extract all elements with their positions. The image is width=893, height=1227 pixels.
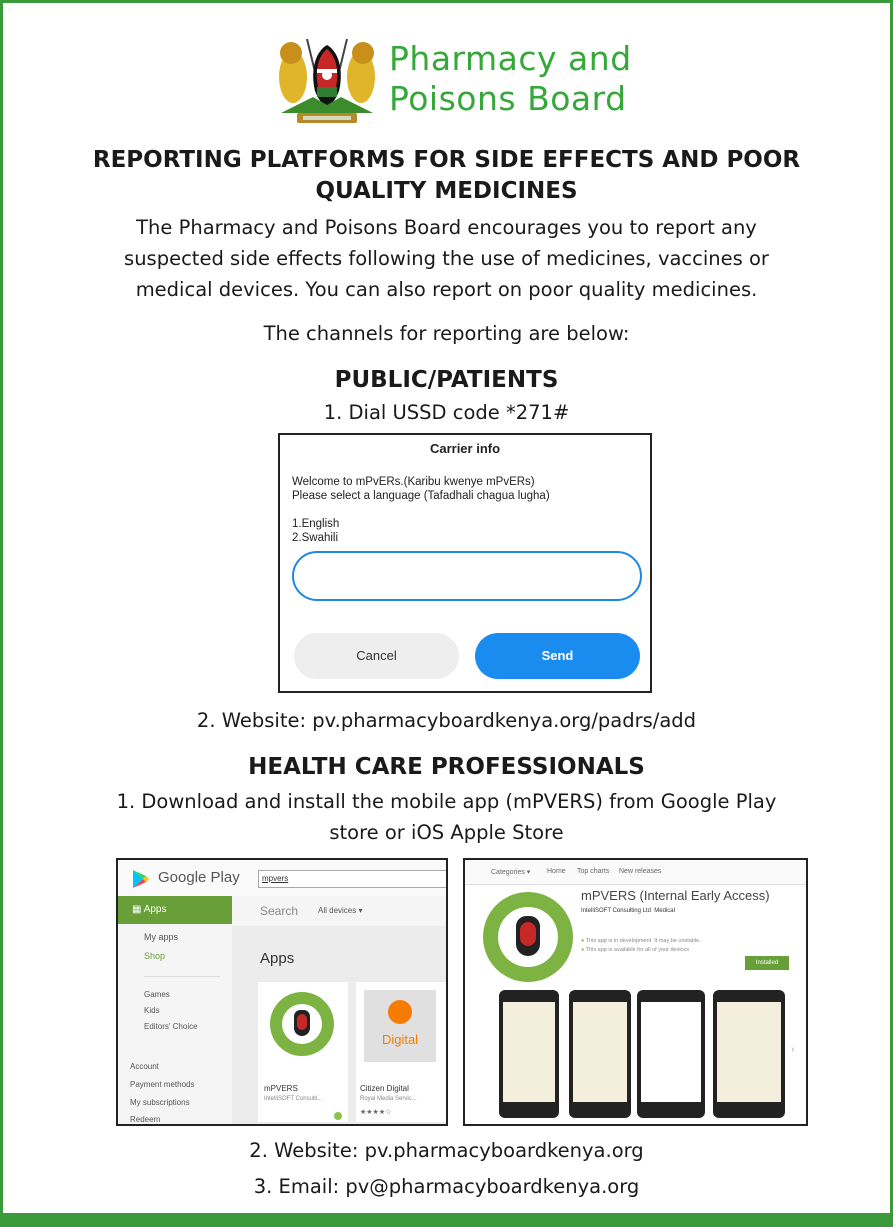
professionals-heading: HEALTH CARE PROFESSIONALS <box>248 754 645 780</box>
app-store-screenshot: Categories ▾ Home Top charts New release… <box>463 858 808 1126</box>
sidebar-divider <box>144 976 220 977</box>
play-topbar: Google Play mpvers <box>118 860 446 897</box>
cancel-button[interactable]: Cancel <box>294 633 459 679</box>
intro-line: medical devices. You can also report on … <box>135 278 758 301</box>
citizen-digital-logo: Digital <box>364 990 436 1062</box>
ussd-message: Welcome to mPvERs.(Karibu kwenye mPvERs)… <box>292 476 550 544</box>
play-content: Apps mPVERS IntelliSOFT Consulti... Digi… <box>232 926 446 1124</box>
play-sidebar: ▦ Apps My apps Shop Games Kids Editors' … <box>118 896 232 1124</box>
sidebar-item-shop[interactable]: Shop <box>144 951 165 961</box>
phone-preview-4 <box>713 990 785 1118</box>
nav-home[interactable]: Home <box>547 868 566 875</box>
title-line-2: QUALITY MEDICINES <box>315 178 578 204</box>
sidebar-item-my-apps[interactable]: My apps <box>144 932 178 942</box>
step-1-line-2: store or iOS Apple Store <box>329 821 564 844</box>
google-play-screenshot: Google Play mpvers ▦ Apps My apps Shop G… <box>116 858 448 1126</box>
app-name: Citizen Digital <box>360 1084 409 1093</box>
store-note-1: ● This app is in development. It may be … <box>581 938 701 944</box>
intro-line: The Pharmacy and Poisons Board encourage… <box>136 216 757 239</box>
sidebar-item-games[interactable]: Games <box>144 990 170 999</box>
ussd-dialog-title: Carrier info <box>429 441 501 456</box>
devices-dropdown[interactable]: All devices ▾ <box>318 906 363 915</box>
chevron-right-icon[interactable]: › <box>791 1044 794 1055</box>
public-heading: PUBLIC/PATIENTS <box>334 367 559 393</box>
intro-line: suspected side effects following the use… <box>124 247 769 270</box>
title-line-1: REPORTING PLATFORMS FOR SIDE EFFECTS AND… <box>92 147 801 173</box>
sidebar-item-subscriptions[interactable]: My subscriptions <box>130 1098 190 1107</box>
send-button[interactable]: Send <box>475 633 640 679</box>
page-title: REPORTING PLATFORMS FOR SIDE EFFECTS AND… <box>3 145 890 207</box>
mpvers-logo <box>270 992 334 1056</box>
installed-button[interactable]: Installed <box>745 956 789 970</box>
installed-dot <box>334 1112 342 1120</box>
nav-new-releases[interactable]: New releases <box>619 868 661 875</box>
brand-line-1: Pharmacy and <box>389 39 632 78</box>
sidebar-item-payment[interactable]: Payment methods <box>130 1080 194 1089</box>
brand-line-2: Poisons Board <box>389 79 627 118</box>
store-developer: IntelliSOFT Consulting Ltd Medical <box>581 908 675 914</box>
app-developer: Royal Media Servic... <box>360 1096 417 1102</box>
footer-bar <box>3 1213 890 1227</box>
professionals-step-1: 1. Download and install the mobile app (… <box>3 786 890 848</box>
apps-grid-icon: ▦ <box>132 904 144 915</box>
phone-preview-3 <box>637 990 705 1118</box>
sidebar-item-apps[interactable]: ▦ Apps <box>118 896 232 924</box>
step-1-line-1: 1. Download and install the mobile app (… <box>116 790 777 813</box>
brand-name: Pharmacy and Poisons Board <box>389 39 632 119</box>
channels-intro: The channels for reporting are below: <box>263 322 630 345</box>
google-play-brand: Google Play <box>158 869 240 886</box>
app-name: mPVERS <box>264 1084 298 1093</box>
nav-top-charts[interactable]: Top charts <box>577 868 609 875</box>
public-step-1: 1. Dial USSD code *271# <box>323 401 570 424</box>
phone-preview-1 <box>499 990 559 1118</box>
nav-categories[interactable]: Categories ▾ <box>491 868 530 876</box>
ussd-input[interactable] <box>292 551 642 601</box>
coat-of-arms-logo <box>279 38 375 123</box>
google-play-icon <box>133 870 149 888</box>
play-subbar: Search All devices ▾ <box>232 896 446 927</box>
public-step-2: 2. Website: pv.pharmacyboardkenya.org/pa… <box>196 709 697 732</box>
store-note-2: ● This app is available for all of your … <box>581 947 690 953</box>
professionals-step-3: 3. Email: pv@pharmacyboardkenya.org <box>253 1175 640 1198</box>
phone-preview-2 <box>569 990 631 1118</box>
sidebar-item-editors-choice[interactable]: Editors' Choice <box>144 1022 198 1031</box>
app-card-mpvers[interactable]: mPVERS IntelliSOFT Consulti... <box>258 982 348 1122</box>
sidebar-item-account[interactable]: Account <box>130 1062 159 1071</box>
section-title: Apps <box>260 950 295 967</box>
app-developer: IntelliSOFT Consulti... <box>264 1096 323 1102</box>
ussd-dialog: Carrier info Welcome to mPvERs.(Karibu k… <box>278 433 652 693</box>
professionals-step-2: 2. Website: pv.pharmacyboardkenya.org <box>249 1139 644 1162</box>
header: Pharmacy and Poisons Board <box>273 35 673 127</box>
sidebar-item-redeem[interactable]: Redeem <box>130 1115 160 1124</box>
rating-stars: ★★★★☆ <box>360 1109 392 1116</box>
sidebar-item-kids[interactable]: Kids <box>144 1006 160 1015</box>
store-app-title: mPVERS (Internal Early Access) <box>581 888 770 903</box>
app-card-citizen-digital[interactable]: Digital Citizen Digital Royal Media Serv… <box>356 982 446 1122</box>
store-nav: Categories ▾ Home Top charts New release… <box>465 860 806 885</box>
play-search-input[interactable]: mpvers <box>258 870 446 888</box>
mpvers-app-icon <box>483 892 573 982</box>
tab-search[interactable]: Search <box>260 904 298 918</box>
poster: Pharmacy and Poisons Board REPORTING PLA… <box>0 0 893 1227</box>
intro-paragraph: The Pharmacy and Poisons Board encourage… <box>3 212 890 305</box>
